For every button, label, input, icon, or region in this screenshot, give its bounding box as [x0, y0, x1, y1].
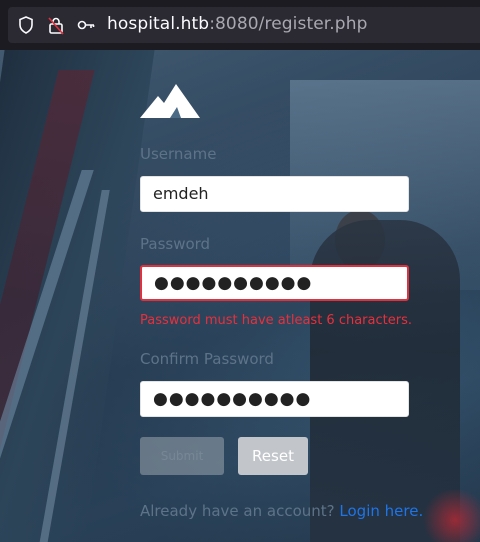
confirm-password-input[interactable]: ●●●●●●●●●● [140, 381, 409, 417]
url-text[interactable]: hospital.htb:8080/register.php [107, 14, 367, 34]
url-host: hospital.htb [107, 14, 210, 34]
background-rail [38, 190, 110, 542]
url-path: :8080/register.php [209, 14, 368, 34]
shield-icon[interactable] [16, 15, 36, 35]
background-rail [0, 170, 94, 542]
login-prompt-text: Already have an account? [140, 502, 335, 520]
confirm-password-masked-value: ●●●●●●●●●● [153, 389, 312, 409]
username-label: Username [140, 145, 217, 163]
lock-icon[interactable] [46, 15, 66, 35]
key-icon[interactable] [76, 15, 96, 35]
background-red-glow [420, 490, 480, 542]
password-label: Password [140, 235, 211, 253]
background-person-head [335, 210, 385, 270]
reset-button[interactable]: Reset [238, 437, 308, 475]
password-input[interactable]: ●●●●●●●●●● [140, 265, 409, 301]
submit-button[interactable]: Submit [140, 437, 224, 475]
url-bar[interactable]: hospital.htb:8080/register.php [8, 7, 480, 43]
mountain-logo-icon [140, 84, 200, 118]
password-error-message: Password must have atleast 6 characters. [140, 313, 412, 328]
username-input[interactable]: emdeh [140, 176, 409, 212]
confirm-password-label: Confirm Password [140, 350, 274, 368]
browser-toolbar: hospital.htb:8080/register.php [0, 0, 480, 50]
login-prompt: Already have an account? Login here. [140, 502, 423, 520]
background-left-shadow [0, 50, 155, 542]
background-corridor-wall [0, 70, 95, 540]
login-link[interactable]: Login here. [339, 502, 423, 520]
password-masked-value: ●●●●●●●●●● [154, 273, 313, 293]
